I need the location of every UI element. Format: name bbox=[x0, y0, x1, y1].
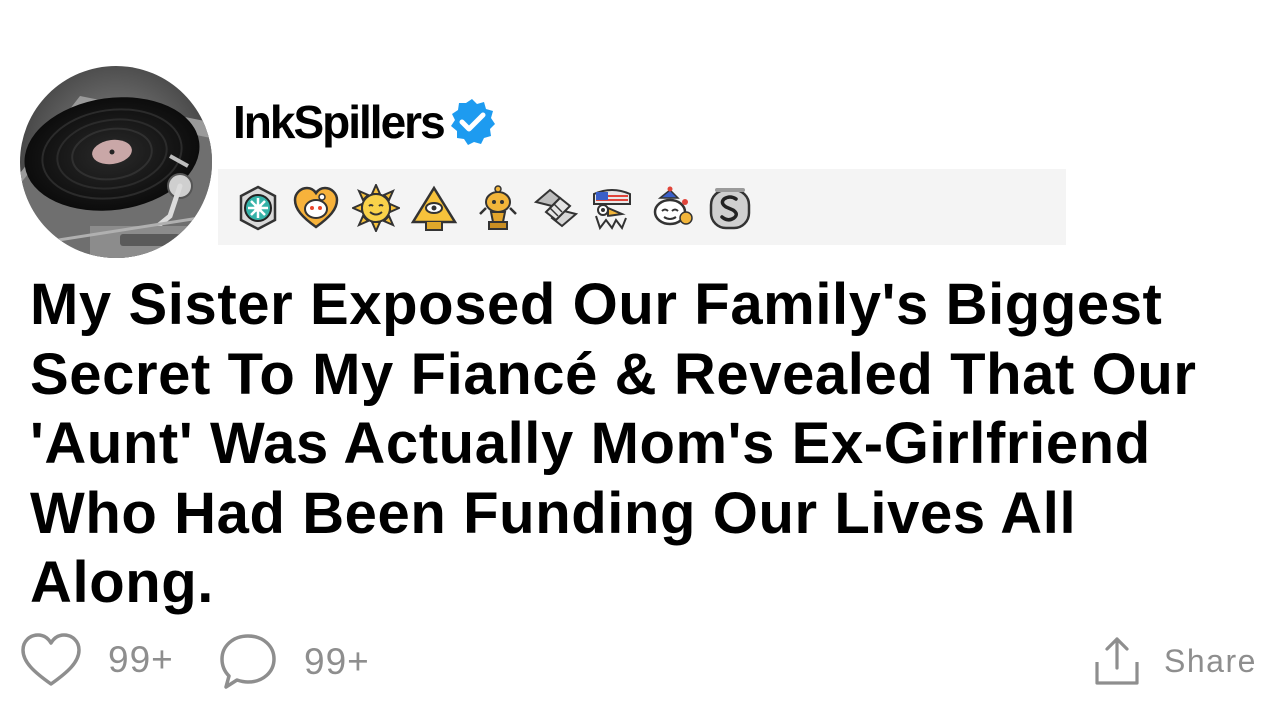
comment-count: 99+ bbox=[304, 641, 370, 682]
handshake-award-icon[interactable] bbox=[532, 184, 580, 232]
sun-face-award-icon[interactable] bbox=[352, 184, 400, 232]
eagle-flag-award-icon[interactable] bbox=[588, 184, 636, 232]
author-row: InkSpillers bbox=[233, 94, 497, 150]
snoo-wholesome-award-icon[interactable] bbox=[648, 184, 696, 232]
share-button[interactable]: Share bbox=[1094, 636, 1257, 686]
share-icon bbox=[1095, 637, 1139, 685]
comment-button[interactable]: 99+ bbox=[218, 632, 370, 692]
golden-snoo-trophy-award-icon[interactable] bbox=[474, 184, 522, 232]
pyramid-eye-award-icon[interactable] bbox=[410, 184, 458, 232]
share-label: Share bbox=[1164, 642, 1257, 679]
verified-badge-icon bbox=[450, 99, 495, 145]
vinyl-turntable-icon bbox=[20, 66, 212, 258]
heart-snoo-award-icon[interactable] bbox=[292, 184, 340, 232]
like-button[interactable]: 99+ bbox=[20, 632, 174, 688]
post-actions: 99+ 99+ Share bbox=[0, 628, 1280, 698]
post-title: My Sister Exposed Our Family's Biggest S… bbox=[30, 272, 1197, 615]
comment-bubble-icon bbox=[220, 634, 276, 689]
heart-icon bbox=[21, 633, 81, 686]
awards-bar bbox=[218, 169, 1066, 245]
like-count: 99+ bbox=[108, 639, 174, 680]
silver-s-award-icon[interactable] bbox=[706, 184, 754, 232]
snoo-badge-award-icon[interactable] bbox=[234, 184, 282, 232]
username[interactable]: InkSpillers bbox=[233, 99, 446, 145]
avatar[interactable] bbox=[20, 66, 212, 258]
